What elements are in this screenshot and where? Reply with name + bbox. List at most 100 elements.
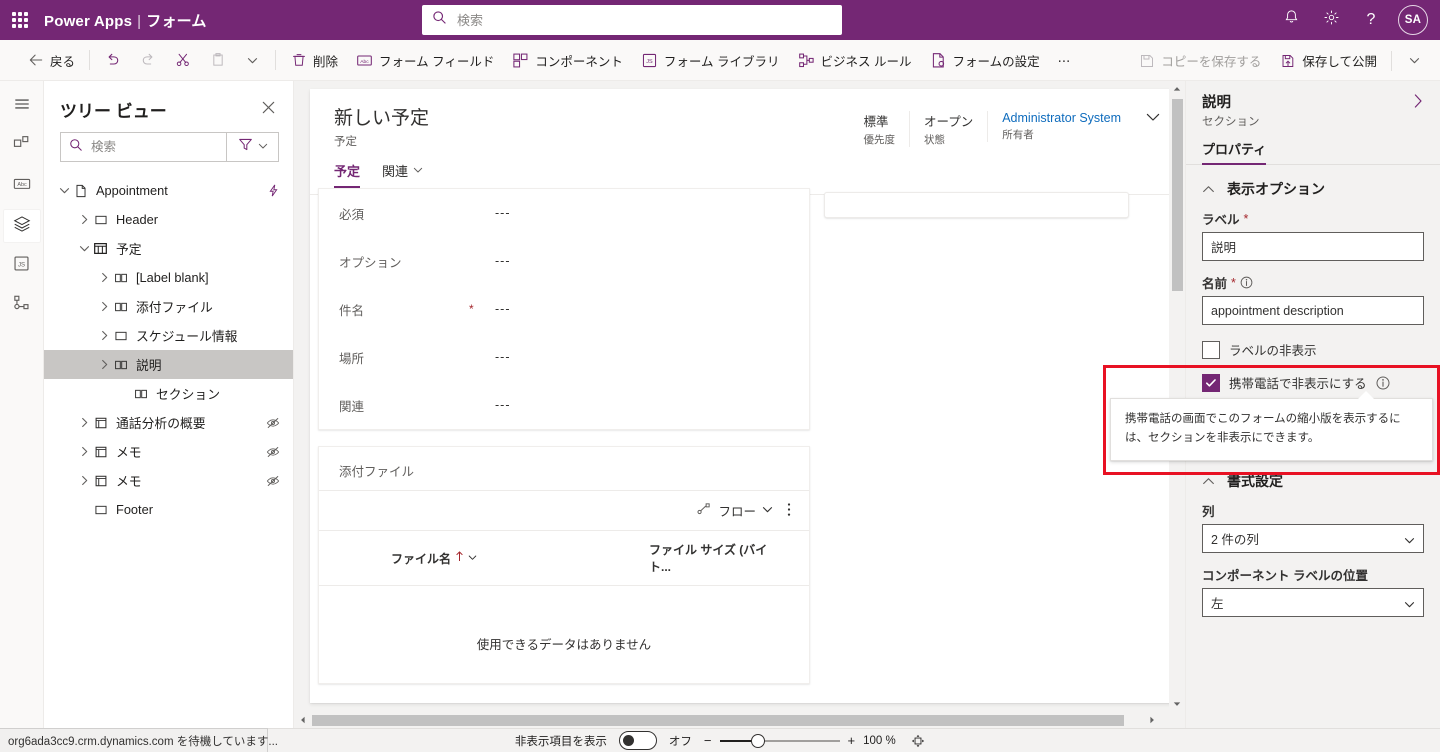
form-tab-1[interactable]: 関連 (382, 161, 423, 188)
tree-node-6[interactable]: 説明 (44, 350, 293, 379)
attachments-section[interactable]: 添付ファイル フロー ファイル名 ファイル サイズ (バイト... 使用できるデ… (318, 446, 810, 684)
form-field-row-1[interactable]: オプション --- (319, 237, 809, 285)
tree-node-chevron-icon[interactable] (76, 444, 92, 460)
record-header-field-2[interactable]: Administrator System 所有者 (987, 111, 1135, 142)
record-header-field-1[interactable]: オープン 状態 (908, 111, 987, 147)
flow-button[interactable]: フロー (696, 501, 773, 520)
tree-node-4[interactable]: 添付ファイル (44, 292, 293, 321)
hidden-eye-icon[interactable] (265, 473, 281, 489)
avatar[interactable]: SA (1398, 5, 1428, 35)
tree-search-box[interactable] (60, 132, 227, 162)
form-tab-0[interactable]: 予定 (334, 161, 361, 188)
scroll-left-arrow-icon[interactable] (295, 712, 311, 728)
help-button[interactable]: ? (1352, 0, 1390, 40)
form-field-row-2[interactable]: 件名 * --- (319, 285, 809, 333)
tree-node-2[interactable]: 予定 (44, 234, 293, 263)
tree-node-7[interactable]: セクション (44, 379, 293, 408)
horizontal-scroll-thumb[interactable] (312, 715, 1124, 726)
tree-node-10[interactable]: メモ (44, 466, 293, 495)
global-search[interactable] (422, 5, 842, 35)
hide-on-phone-info-icon[interactable] (1376, 376, 1390, 390)
overflow-button[interactable]: ⋯ (1049, 40, 1081, 81)
format-group-header[interactable]: 書式設定 (1202, 457, 1424, 501)
tree-node-8[interactable]: 通話分析の概要 (44, 408, 293, 437)
tree-node-3[interactable]: [Label blank] (44, 263, 293, 292)
save-options-button[interactable] (1397, 40, 1432, 81)
scroll-right-arrow-icon[interactable] (1144, 712, 1160, 728)
notifications-button[interactable] (1272, 0, 1310, 40)
tree-node-chevron-icon[interactable] (96, 357, 112, 373)
tree-node-chevron-icon[interactable] (76, 502, 92, 518)
back-button[interactable]: 戻る (18, 40, 84, 81)
save-copy-button[interactable]: コピーを保存する (1129, 40, 1270, 81)
tree-filter-button[interactable] (227, 132, 279, 162)
hide-label-checkbox-row[interactable]: ラベルの非表示 (1202, 333, 1424, 366)
record-header-expand-button[interactable] (1135, 107, 1161, 149)
label-position-select[interactable] (1202, 588, 1424, 617)
form-field-row-3[interactable]: 場所 --- (319, 333, 809, 381)
tree-node-9[interactable]: メモ (44, 437, 293, 466)
display-options-group-header[interactable]: 表示オプション (1202, 165, 1424, 209)
rail-components-button[interactable] (3, 129, 41, 163)
tree-node-chevron-icon[interactable] (116, 386, 132, 402)
tree-node-chevron-icon[interactable] (76, 241, 92, 257)
tree-node-chevron-icon[interactable] (96, 299, 112, 315)
scroll-up-arrow-icon[interactable] (1169, 81, 1185, 97)
name-info-icon[interactable] (1240, 276, 1253, 289)
fields-section[interactable]: 必須 --- オプション --- 件名 * --- 場所 --- 関連 --- (318, 188, 810, 430)
cut-button[interactable] (165, 40, 200, 81)
canvas-vertical-scrollbar[interactable] (1169, 81, 1185, 712)
tree-node-chevron-icon[interactable] (96, 270, 112, 286)
rail-treeview-button[interactable] (2, 209, 41, 243)
rail-menu-button[interactable] (3, 89, 41, 123)
tree-node-chevron-icon[interactable] (96, 328, 112, 344)
hide-label-checkbox[interactable] (1202, 340, 1220, 359)
paste-button[interactable] (200, 40, 235, 81)
zoom-in-button[interactable]: + (848, 733, 856, 748)
column-header-filename[interactable]: ファイル名 (339, 541, 649, 575)
close-tree-view-button[interactable] (257, 99, 279, 121)
tree-node-1[interactable]: Header (44, 205, 293, 234)
redo-button[interactable] (130, 40, 165, 81)
vertical-scroll-thumb[interactable] (1172, 99, 1183, 291)
tree-node-chevron-icon[interactable] (76, 415, 92, 431)
form-field-row-4[interactable]: 関連 --- (319, 381, 809, 429)
tree-node-11[interactable]: Footer (44, 495, 293, 524)
attachments-overflow-button[interactable] (787, 502, 791, 520)
canvas-horizontal-scrollbar[interactable] (294, 712, 1185, 728)
rail-libraries-button[interactable]: JS (3, 249, 41, 283)
hide-on-phone-checkbox-row[interactable]: 携帯電話で非表示にする (1202, 366, 1424, 399)
tree-node-0[interactable]: Appointment (44, 176, 293, 205)
tab-properties[interactable]: プロパティ (1202, 139, 1267, 165)
tree-node-chevron-icon[interactable] (76, 212, 92, 228)
components-button[interactable]: コンポーネント (503, 40, 632, 81)
rail-fields-button[interactable]: Abc (3, 169, 41, 203)
hidden-eye-icon[interactable] (265, 415, 281, 431)
columns-select[interactable] (1202, 524, 1424, 553)
tree-node-chevron-icon[interactable] (56, 183, 72, 199)
zoom-slider-handle[interactable] (750, 733, 765, 748)
form-field-row-0[interactable]: 必須 --- (319, 189, 809, 237)
name-input[interactable] (1202, 296, 1424, 325)
settings-button[interactable] (1312, 0, 1350, 40)
business-rules-button[interactable]: ビジネス ルール (789, 40, 921, 81)
zoom-out-button[interactable]: − (704, 733, 712, 748)
zoom-slider[interactable] (719, 733, 840, 748)
hide-on-phone-checkbox[interactable] (1202, 373, 1220, 392)
rail-business-rules-button[interactable] (3, 289, 41, 323)
record-header-field-0[interactable]: 標準 優先度 (849, 111, 909, 147)
delete-button[interactable]: 削除 (281, 40, 347, 81)
label-input[interactable] (1202, 232, 1424, 261)
flash-icon[interactable] (265, 183, 281, 199)
form-fields-button[interactable]: Abc フォーム フィールド (347, 40, 503, 81)
scroll-down-arrow-icon[interactable] (1169, 696, 1185, 712)
expand-panel-button[interactable] (1410, 91, 1426, 114)
undo-button[interactable] (95, 40, 130, 81)
form-libraries-button[interactable]: JS フォーム ライブラリ (632, 40, 789, 81)
fit-to-screen-button[interactable] (911, 734, 925, 748)
right-column-placeholder[interactable] (824, 192, 1129, 218)
app-launcher-button[interactable] (0, 0, 40, 40)
tree-node-chevron-icon[interactable] (76, 473, 92, 489)
hidden-eye-icon[interactable] (265, 444, 281, 460)
tree-node-5[interactable]: スケジュール情報 (44, 321, 293, 350)
